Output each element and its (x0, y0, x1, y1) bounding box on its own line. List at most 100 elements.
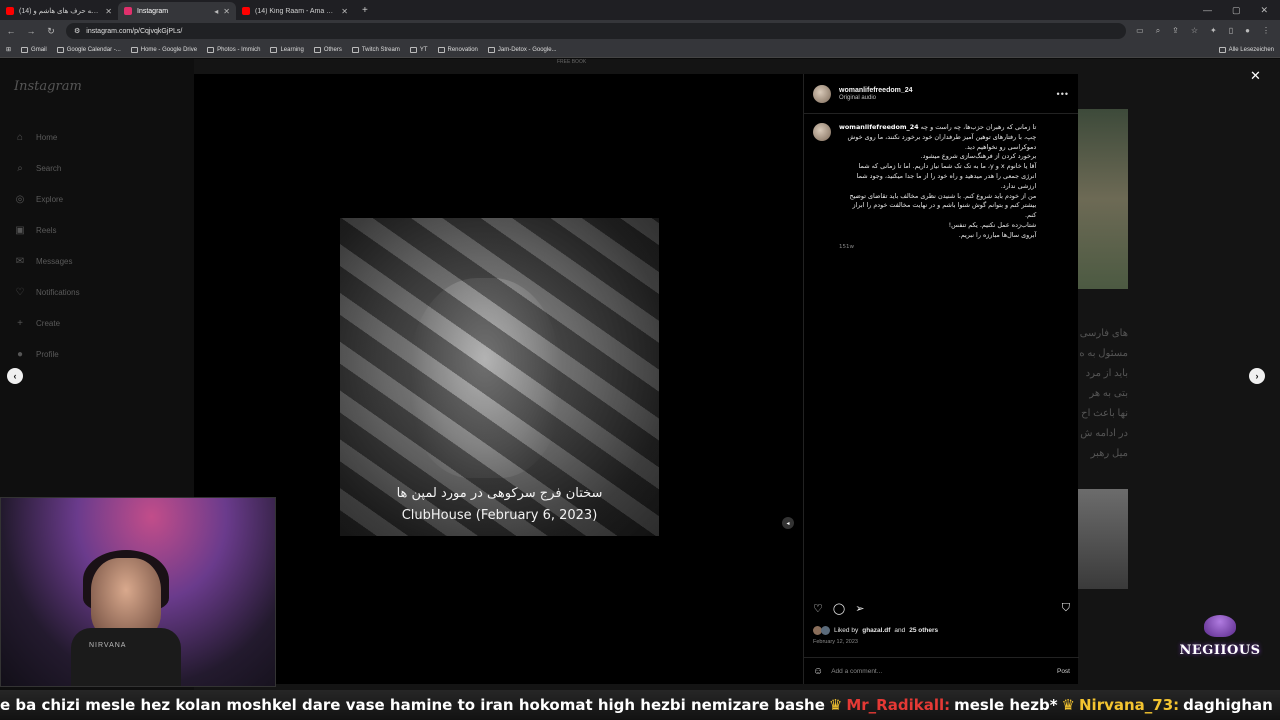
bookmark-drive[interactable]: Home - Google Drive (130, 46, 197, 53)
tab-strip: (14) پاکتش به حرف های هاشم و ✕ Instagram… (0, 0, 1280, 20)
close-icon[interactable]: ✕ (1250, 68, 1261, 84)
mute-icon[interactable]: ◂ (782, 517, 794, 529)
cast-icon[interactable]: ▭ (1136, 26, 1144, 36)
browser-tab-1[interactable]: (14) پاکتش به حرف های هاشم و ✕ (0, 2, 118, 20)
new-tab-button[interactable]: + (362, 5, 368, 16)
sidebar-item-search[interactable]: ⌕ Search (12, 153, 182, 184)
close-icon[interactable]: ✕ (105, 7, 112, 16)
chat-ticker: e ba chizi mesle hez kolan moshkel dare … (0, 690, 1280, 720)
instagram-logo[interactable]: Instagram (12, 79, 182, 94)
post-details-panel: womanlifefreedom_24 Original audio ••• ت… (803, 74, 1079, 684)
sidebar-item-notifications[interactable]: ♡ Notifications (12, 277, 182, 308)
save-icon[interactable]: ⛉ (1062, 602, 1070, 615)
plus-icon: + (17, 318, 23, 329)
close-window-icon[interactable]: ✕ (1260, 5, 1268, 16)
folder-icon (351, 46, 359, 53)
liked-by-user[interactable]: ghazal.df (862, 627, 890, 634)
ticker-message: mesle hezb* (954, 696, 1058, 714)
menu-icon[interactable]: ⋮ (1262, 26, 1270, 36)
stream-logo: NEGIIOUS (1170, 605, 1270, 685)
likes-summary[interactable]: Liked by ghazal.df and 25 others (813, 626, 938, 635)
post-media[interactable]: سختان فرج سرکوهی در مورد لمپن ها ClubHou… (194, 74, 803, 537)
back-icon[interactable]: ← (6, 26, 16, 36)
extension-icon[interactable]: ✦ (1210, 26, 1217, 36)
share-icon[interactable]: ⇪ (1172, 26, 1179, 36)
emoji-icon[interactable]: ☺ (813, 666, 823, 677)
comment-icon[interactable]: ◯ (833, 602, 845, 615)
tab-title: Instagram (137, 7, 169, 15)
bookmark-photos[interactable]: Photos - Immich (207, 46, 260, 53)
avatar[interactable] (813, 123, 831, 141)
ticker-username: Nirvana_73: (1079, 696, 1180, 714)
folder-icon (1218, 46, 1226, 53)
more-options-icon[interactable]: ••• (1057, 89, 1069, 99)
ticker-message: e ba chizi mesle hez kolan moshkel dare … (0, 696, 825, 714)
bookmark-calendar[interactable]: Google Calendar -... (56, 46, 121, 53)
drive-icon (130, 46, 138, 53)
ticker-username: Mr_Radikall: (846, 696, 951, 714)
username-link[interactable]: womanlifefreedom_24 (839, 87, 913, 94)
profile-avatar-icon[interactable]: ● (1245, 26, 1250, 36)
bookmark-renovation[interactable]: Renovation (437, 46, 478, 53)
bookmark-others[interactable]: Others (313, 46, 342, 53)
heart-icon: ♡ (15, 287, 25, 298)
sidebar-item-home[interactable]: ⌂ Home (12, 122, 182, 153)
toolbar-icons: ▭ ⌕ ⇪ ☆ ✦ ▯ ● ⋮ (1136, 26, 1274, 36)
post-header: womanlifefreedom_24 Original audio ••• (804, 74, 1078, 114)
site-info-icon[interactable]: ⚙ (74, 27, 80, 35)
sidebar-item-explore[interactable]: ◎ Explore (12, 184, 182, 215)
avatar[interactable] (813, 84, 831, 103)
post-comment-button[interactable]: Post (1057, 668, 1070, 675)
video-frame[interactable]: سختان فرج سرکوهی در مورد لمپن ها ClubHou… (340, 218, 659, 537)
previous-post-icon[interactable]: ‹ (7, 368, 23, 384)
liked-others[interactable]: 25 others (909, 627, 938, 634)
maximize-icon[interactable]: ▢ (1232, 5, 1241, 16)
all-bookmarks[interactable]: Alle Lesezeichen (1218, 46, 1274, 53)
bookmark-learning[interactable]: Learning (270, 46, 304, 53)
comment-input[interactable]: Add a comment... (831, 668, 1049, 675)
next-post-icon[interactable]: › (1249, 368, 1265, 384)
explore-icon: ◎ (15, 194, 25, 205)
youtube-icon (242, 7, 250, 15)
comment-bar: ☺ Add a comment... Post (804, 657, 1079, 684)
post-media-lower (276, 536, 803, 684)
streamer-face (91, 558, 161, 638)
zoom-icon[interactable]: ⌕ (1156, 26, 1160, 36)
bookmark-jam-detox[interactable]: Jam-Detox - Google... (487, 46, 557, 53)
sidebar-item-reels[interactable]: ▣ Reels (12, 215, 182, 246)
reels-icon: ▣ (15, 225, 25, 236)
forward-icon[interactable]: → (26, 26, 36, 36)
folder-icon (270, 46, 278, 53)
folder-icon (437, 46, 445, 53)
caption-username[interactable]: womanlifefreedom_24 (839, 123, 919, 131)
browser-tab-2[interactable]: Instagram ◂ ✕ (118, 2, 236, 20)
apps-icon[interactable]: ⊞ (6, 46, 11, 53)
like-icon[interactable]: ♡ (813, 602, 823, 615)
reload-icon[interactable]: ↻ (46, 26, 56, 37)
audio-link[interactable]: Original audio (839, 95, 913, 101)
sidebar-item-create[interactable]: + Create (12, 308, 182, 339)
instagram-icon (124, 7, 132, 15)
streamer-shirt: NIRVANA (71, 628, 181, 686)
close-icon[interactable]: ✕ (341, 7, 348, 16)
share-icon[interactable]: ➢ (855, 602, 864, 615)
sidepanel-icon[interactable]: ▯ (1229, 26, 1233, 36)
post-age: 151w (839, 243, 854, 250)
close-icon[interactable]: ✕ (223, 7, 230, 16)
sidebar-item-profile[interactable]: ● Profile (12, 339, 182, 370)
avatar (821, 626, 830, 635)
speaker-icon[interactable]: ◂ (214, 7, 218, 16)
minimize-icon[interactable]: — (1203, 5, 1212, 15)
calendar-icon (56, 46, 64, 53)
sidebar-item-messages[interactable]: ✉ Messages (12, 246, 182, 277)
bookmark-gmail[interactable]: Gmail (21, 46, 47, 53)
bookmark-yt[interactable]: YT (409, 46, 428, 53)
avatar-icon: ● (16, 349, 24, 360)
bookmark-twitch[interactable]: Twitch Stream (351, 46, 400, 53)
browser-tab-3[interactable]: (14) King Raam - Ama To Nisti ✕ (236, 2, 354, 20)
background-thumbnail (1078, 489, 1128, 589)
url-field[interactable]: ⚙ instagram.com/p/CqjvqkGjPLs/ (66, 23, 1127, 39)
bookmark-star-icon[interactable]: ☆ (1191, 26, 1198, 36)
messages-icon: ✉ (15, 256, 25, 267)
media-caption-english: ClubHouse (February 6, 2023) (401, 508, 598, 523)
